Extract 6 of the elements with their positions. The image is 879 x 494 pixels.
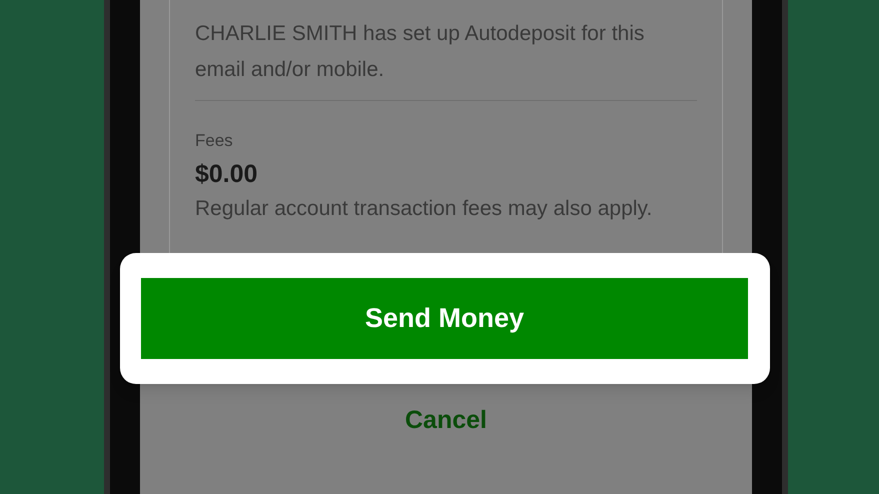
- autodeposit-message: CHARLIE SMITH has set up Autodeposit for this email and/or mobile.: [195, 21, 646, 83]
- cancel-button[interactable]: Cancel: [405, 402, 487, 440]
- send-money-button[interactable]: Send Money: [141, 278, 748, 359]
- fees-amount: $0.00: [195, 159, 259, 189]
- fees-note: Regular account transaction fees may also apply.: [195, 196, 654, 222]
- fees-label: Fees: [195, 130, 234, 152]
